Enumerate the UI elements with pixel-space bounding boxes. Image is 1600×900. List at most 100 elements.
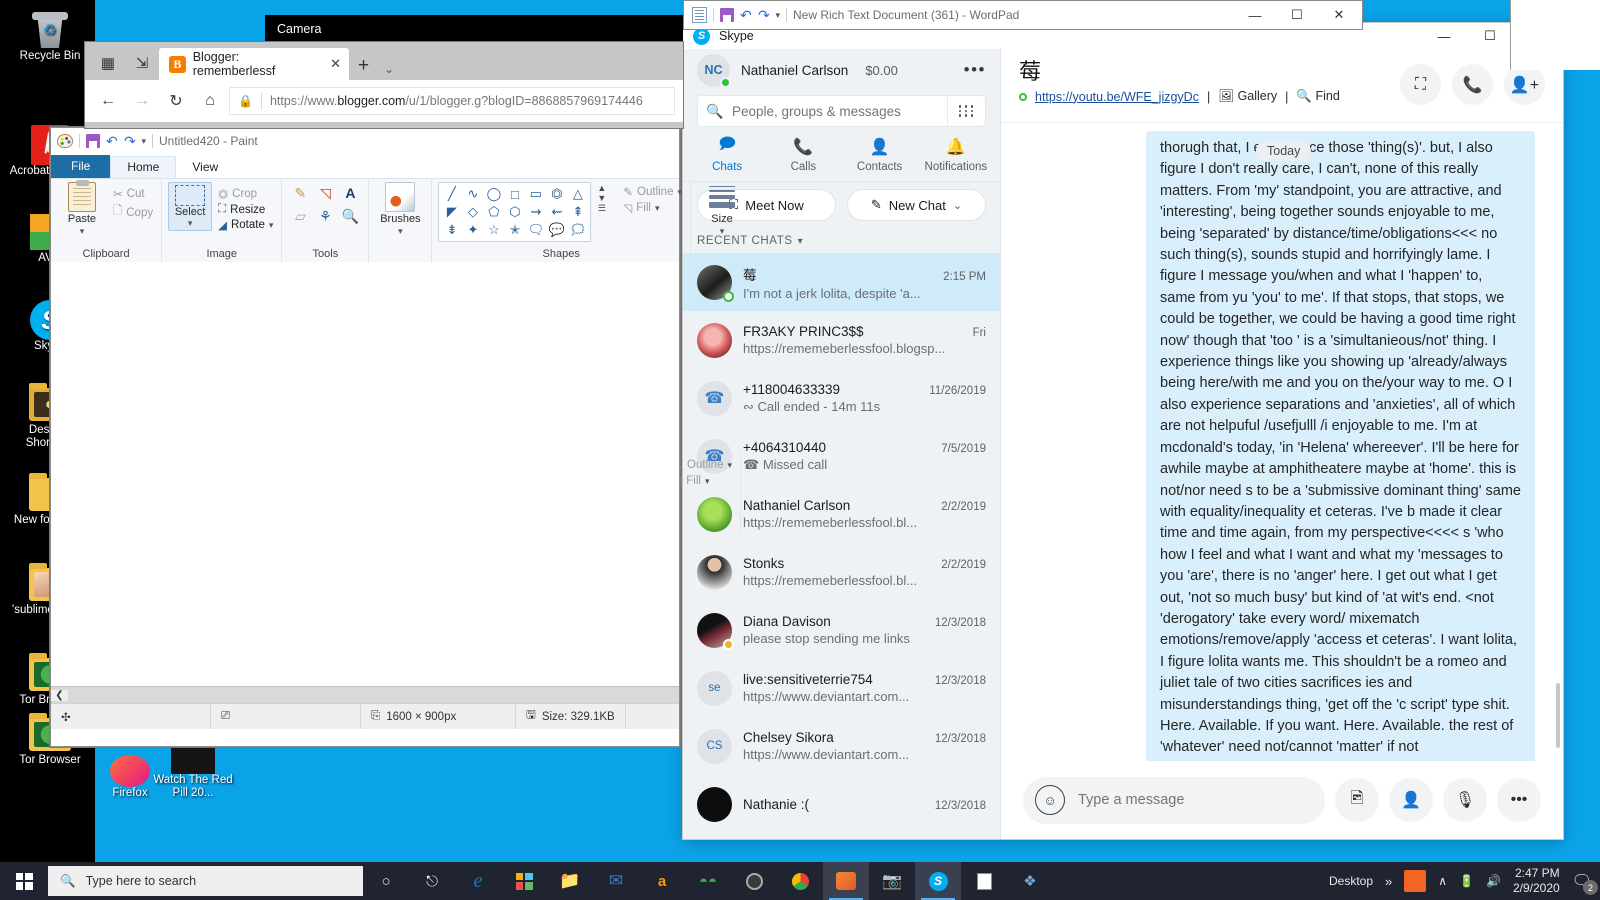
tab-view[interactable]: View bbox=[176, 157, 234, 178]
curve-shape[interactable]: ∿ bbox=[462, 185, 483, 203]
select-tool[interactable]: Select ▾ bbox=[168, 182, 213, 231]
four-point-star-shape[interactable]: ✦ bbox=[462, 221, 483, 239]
avg-tray-icon[interactable] bbox=[1404, 870, 1427, 892]
chevron-down-icon[interactable]: ⌄ bbox=[378, 62, 400, 80]
tab-list-icon[interactable]: ▦ bbox=[91, 46, 125, 80]
outline-button[interactable]: ✎ Outline ▾ bbox=[671, 457, 734, 473]
paint-420-hscrollbar[interactable]: ❮ bbox=[51, 686, 679, 703]
close-icon[interactable]: ✕ bbox=[330, 56, 341, 72]
tab-contacts[interactable]: 👤 Contacts bbox=[842, 137, 918, 174]
outline-button[interactable]: ✎ Outline ▾ bbox=[621, 184, 684, 200]
crop-button[interactable]: ⏣ Crop bbox=[216, 186, 275, 202]
taskbar-search[interactable]: 🔍 Type here to search bbox=[48, 866, 363, 896]
line-shape[interactable]: ╱ bbox=[441, 185, 462, 203]
rounded-callout-shape[interactable]: 🗨 bbox=[525, 221, 546, 239]
tools-grid[interactable]: ✎ ◹ A ▱ ⚘ 🔍 bbox=[288, 182, 362, 227]
desktop-icon-watch-the-red-pill[interactable]: Watch The Red Pill 20... bbox=[148, 748, 238, 800]
wordpad-titlebar[interactable]: ↶ ↶ ▾ New Rich Text Document (361) - Wor… bbox=[684, 1, 1362, 29]
reload-button[interactable]: ↻ bbox=[161, 86, 191, 116]
taskbar-app-xbox[interactable]: ◓◓ bbox=[685, 862, 731, 900]
more-options-button[interactable]: ••• bbox=[1497, 778, 1541, 822]
chat-list-item[interactable]: FR3AKY PRINC3$$ Fri https://rememeberles… bbox=[683, 311, 1000, 369]
tab-notifications[interactable]: 🔔 Notifications bbox=[918, 137, 994, 174]
save-icon[interactable] bbox=[86, 134, 100, 148]
close-button[interactable]: ✕ bbox=[1318, 2, 1360, 28]
edge-window-l1[interactable]: ▦ ⇲ B Blogger: rememberlessf ✕ + ⌄ ← → ↻… bbox=[85, 42, 683, 128]
chevron-down-icon[interactable]: ⌄ bbox=[953, 199, 962, 212]
clock[interactable]: 2:47 PM 2/9/2020 bbox=[1513, 866, 1560, 896]
add-people-button[interactable]: 👤+ bbox=[1504, 64, 1545, 105]
search-input[interactable] bbox=[732, 103, 947, 119]
shapes-scrollbar[interactable]: ▲ ▼ ☰ bbox=[595, 182, 608, 215]
chevron-down-icon[interactable]: ▾ bbox=[141, 136, 146, 147]
gallery-button[interactable]: 🖼 Gallery bbox=[1218, 89, 1277, 104]
taskbar-app-other[interactable]: ❖ bbox=[1007, 862, 1053, 900]
skype-window[interactable]: S Skype — ☐ ✕ NC Nathaniel Carlson $0.00… bbox=[683, 23, 1563, 839]
chevron-down-icon[interactable]: ▾ bbox=[677, 187, 682, 198]
diamond-shape[interactable]: ◇ bbox=[462, 203, 483, 221]
size-button[interactable]: Size ▾ bbox=[697, 182, 747, 237]
undo-icon[interactable]: ↶ bbox=[106, 133, 118, 150]
task-view-icon[interactable]: ⎋ bbox=[409, 862, 455, 900]
rotate-button[interactable]: ◢ Rotate ▾ bbox=[216, 217, 275, 233]
right-arrow-shape[interactable]: ⇝ bbox=[525, 203, 546, 221]
search-box[interactable]: 🔍 bbox=[697, 95, 986, 127]
magnifier-icon[interactable]: 🔍 bbox=[338, 205, 362, 227]
chat-list-item[interactable]: CS Chelsey Sikora 12/3/2018 https://www.… bbox=[683, 717, 1000, 775]
video-call-button[interactable]: ⛶ bbox=[1400, 64, 1441, 105]
voice-message-button[interactable]: 🎙 bbox=[1443, 778, 1487, 822]
conversation-link[interactable]: https://youtu.be/WFE_jizgyDc bbox=[1035, 90, 1199, 104]
text-icon[interactable]: A bbox=[338, 182, 362, 204]
paint-420-canvas[interactable] bbox=[51, 262, 679, 686]
right-triangle-shape[interactable]: ◤ bbox=[441, 203, 462, 221]
chat-list-item[interactable]: Diana Davison 12/3/2018 please stop send… bbox=[683, 601, 1000, 659]
taskbar-app-skype[interactable]: S bbox=[915, 862, 961, 900]
chevron-down-icon[interactable]: ▾ bbox=[727, 460, 732, 471]
send-image-button[interactable]: 🖻 bbox=[1335, 778, 1379, 822]
chevron-down-icon[interactable]: ▾ bbox=[655, 203, 660, 214]
chat-list-item[interactable]: Nathanie :( 12/3/2018 bbox=[683, 775, 1000, 833]
taskbar-app-store[interactable] bbox=[501, 862, 547, 900]
cut-button[interactable]: ✂ Cut bbox=[111, 186, 155, 202]
polygon-shape[interactable]: ⏣ bbox=[546, 185, 567, 203]
taskbar-app-paint[interactable] bbox=[823, 862, 869, 900]
find-button[interactable]: 🔍 Find bbox=[1296, 89, 1339, 104]
rectangle-shape[interactable]: □ bbox=[504, 185, 525, 203]
chevron-down-icon[interactable]: ▾ bbox=[398, 226, 403, 237]
desktop-label[interactable]: Desktop bbox=[1329, 874, 1373, 888]
left-arrow-shape[interactable]: ⇜ bbox=[546, 203, 567, 221]
cloud-callout-shape[interactable]: 🗯 bbox=[567, 221, 588, 239]
send-contact-button[interactable]: 👤 bbox=[1389, 778, 1433, 822]
tab-file[interactable]: File bbox=[51, 155, 111, 178]
chevron-down-icon[interactable]: ▾ bbox=[798, 236, 804, 247]
oval-shape[interactable]: ◯ bbox=[483, 185, 504, 203]
triangle-shape[interactable]: △ bbox=[567, 185, 588, 203]
message-input[interactable] bbox=[1065, 792, 1319, 808]
chevron-down-icon[interactable]: ▾ bbox=[720, 226, 725, 237]
scroll-left-icon[interactable]: ❮ bbox=[51, 689, 68, 701]
minimize-button[interactable]: — bbox=[1421, 23, 1467, 49]
pentagon-shape[interactable]: ⬠ bbox=[483, 203, 504, 221]
chat-list-item[interactable]: ☎ +118004633339 11/26/2019 ∾ Call ended … bbox=[683, 369, 1000, 427]
taskbar-app-obs[interactable] bbox=[731, 862, 777, 900]
minimize-button[interactable]: — bbox=[1234, 2, 1276, 28]
six-point-star-shape[interactable]: ✭ bbox=[504, 221, 525, 239]
paint-420-titlebar[interactable]: ↶ ↶ ▾ Untitled420 - Paint bbox=[51, 128, 679, 154]
chevron-down-icon[interactable]: ▾ bbox=[188, 218, 193, 229]
message-input-wrap[interactable]: ☺ bbox=[1023, 776, 1325, 824]
new-tab-button[interactable]: + bbox=[349, 55, 378, 80]
set-aside-tabs-icon[interactable]: ⇲ bbox=[125, 46, 159, 80]
chat-list[interactable]: 莓 2:15 PM I'm not a jerk lolita, despite… bbox=[683, 253, 1000, 839]
up-arrow-shape[interactable]: ⇞ bbox=[567, 203, 588, 221]
fill-button[interactable]: ◹ Fill ▾ bbox=[621, 200, 684, 216]
message-scrollbar[interactable] bbox=[1556, 683, 1560, 748]
profile-more-button[interactable]: ••• bbox=[964, 60, 986, 80]
chevron-down-icon[interactable]: ▾ bbox=[80, 226, 85, 237]
copy-button[interactable]: 🗋 Copy bbox=[111, 202, 155, 223]
down-arrow-shape[interactable]: ⇟ bbox=[441, 221, 462, 239]
taskbar-app-camera[interactable]: 📷 bbox=[869, 862, 915, 900]
show-hidden-icons[interactable]: ∧ bbox=[1438, 874, 1447, 888]
chat-list-item[interactable]: se live:sensitiveterrie754 12/3/2018 htt… bbox=[683, 659, 1000, 717]
tab-home[interactable]: Home bbox=[110, 156, 177, 178]
emoji-icon[interactable]: ☺ bbox=[1035, 785, 1065, 815]
